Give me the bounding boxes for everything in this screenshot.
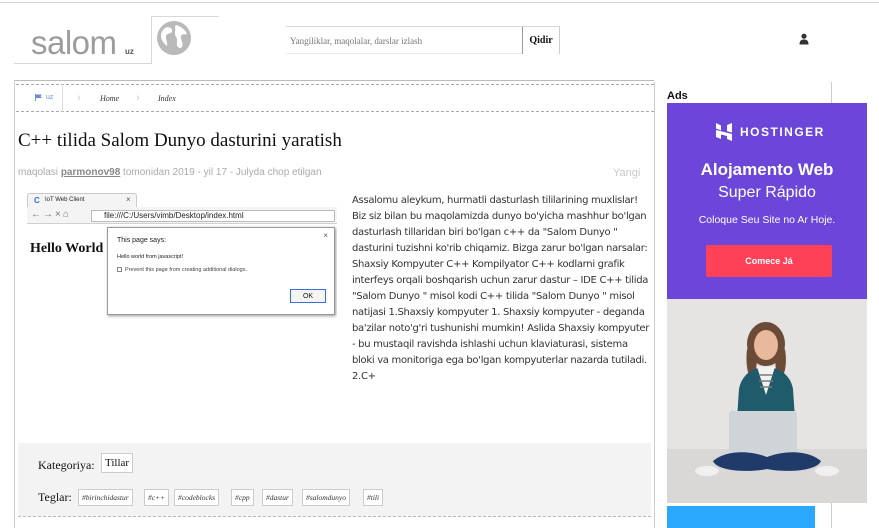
breadcrumb-index[interactable]: Index — [158, 94, 176, 103]
tag-chip[interactable]: #codeblocks — [174, 489, 220, 506]
ad-photo — [667, 299, 867, 503]
tag-chip[interactable]: #tili — [363, 489, 384, 506]
header-divider — [14, 80, 654, 81]
browser-nav-icons: ←→×⌂ — [31, 209, 71, 220]
user-icon[interactable] — [799, 33, 809, 45]
dialog-checkbox: Prevent this page from creating addition… — [117, 267, 247, 273]
page-heading: Hello World — [30, 241, 104, 256]
ads-label: Ads — [667, 90, 688, 102]
tag-chip[interactable]: #cpp — [231, 489, 254, 506]
ad-subheadline: Super Rápido — [718, 184, 816, 201]
content-frame-right — [654, 82, 655, 528]
tab-favicon-icon: C — [34, 196, 40, 205]
article-meta: maqolasi parmonov98 tomonidan 2019 - yil… — [18, 167, 322, 178]
author-link[interactable]: parmonov98 — [61, 167, 120, 178]
dialog-checkbox-label: Prevent this page from creating addition… — [125, 267, 247, 273]
search-input[interactable] — [286, 28, 522, 54]
article-image: C IoT Web Client × ←→×⌂ file:///C:/Users… — [27, 193, 337, 321]
globe-icon — [157, 21, 191, 55]
dialog-title: This page says: — [117, 237, 167, 244]
dialog-close-icon: × — [323, 231, 328, 240]
article-body: Assalomu aleykum, hurmatli dasturlash ti… — [352, 195, 650, 382]
meta-prefix: maqolasi — [18, 167, 61, 178]
tag-chip[interactable]: #birinchidastur — [78, 489, 133, 506]
logo-text[interactable]: salom — [31, 24, 117, 62]
new-badge: Yangi — [613, 167, 641, 179]
ad-headline: Alojamento Web — [700, 160, 834, 179]
tab-title: IoT Web Client — [45, 197, 85, 203]
next-ad-banner[interactable] — [667, 506, 815, 528]
breadcrumb-home[interactable]: Home — [100, 94, 119, 103]
chevron-right-icon: › — [77, 92, 81, 104]
dialog-message: Hello world from javascript! — [117, 254, 184, 260]
tags-label: Teglar: — [38, 490, 72, 504]
hostinger-logo-icon — [716, 123, 732, 141]
category-label: Kategoriya: — [38, 458, 95, 472]
content-frame-left — [14, 82, 15, 528]
search-button[interactable]: Qidir — [522, 27, 560, 54]
category-chip[interactable]: Tillar — [101, 453, 134, 473]
woman-laptop-illustration — [667, 322, 867, 503]
breadcrumb-lang[interactable]: uz — [46, 94, 53, 101]
ad-text: Coloque Seu Site no Ar Hoje. — [698, 214, 836, 226]
article-title: C++ tilida Salom Dunyo dasturini yaratis… — [18, 130, 342, 151]
browser-tab: C IoT Web Client × — [27, 193, 137, 207]
ad-banner[interactable]: HOSTINGER Alojamento Web Super Rápido Co… — [667, 103, 867, 503]
logo-suffix: uz — [125, 47, 134, 56]
tag-chip[interactable]: #dastur — [262, 489, 293, 506]
alert-dialog: This page says: × Hello world from javas… — [107, 227, 335, 315]
checkbox-icon — [117, 267, 122, 273]
tag-chip[interactable]: #salomdunyo — [302, 489, 350, 506]
site-header: salom uz Qidir — [0, 0, 879, 78]
tag-chip[interactable]: #c++ — [144, 489, 170, 506]
ad-brand: HOSTINGER — [740, 125, 825, 139]
breadcrumb-divider — [62, 84, 63, 112]
browser-url: file:///C:/Users/vimb/Desktop/index.html — [91, 210, 335, 222]
chevron-right-icon: › — [136, 92, 140, 104]
ad-cta-button[interactable]: Comece Já — [706, 245, 832, 277]
flag-icon — [35, 94, 42, 101]
tab-close-icon: × — [126, 195, 131, 204]
dialog-ok-button: OK — [290, 289, 326, 303]
meta-date: tomonidan 2019 - yil 17 - Julyda chop et… — [120, 167, 322, 178]
